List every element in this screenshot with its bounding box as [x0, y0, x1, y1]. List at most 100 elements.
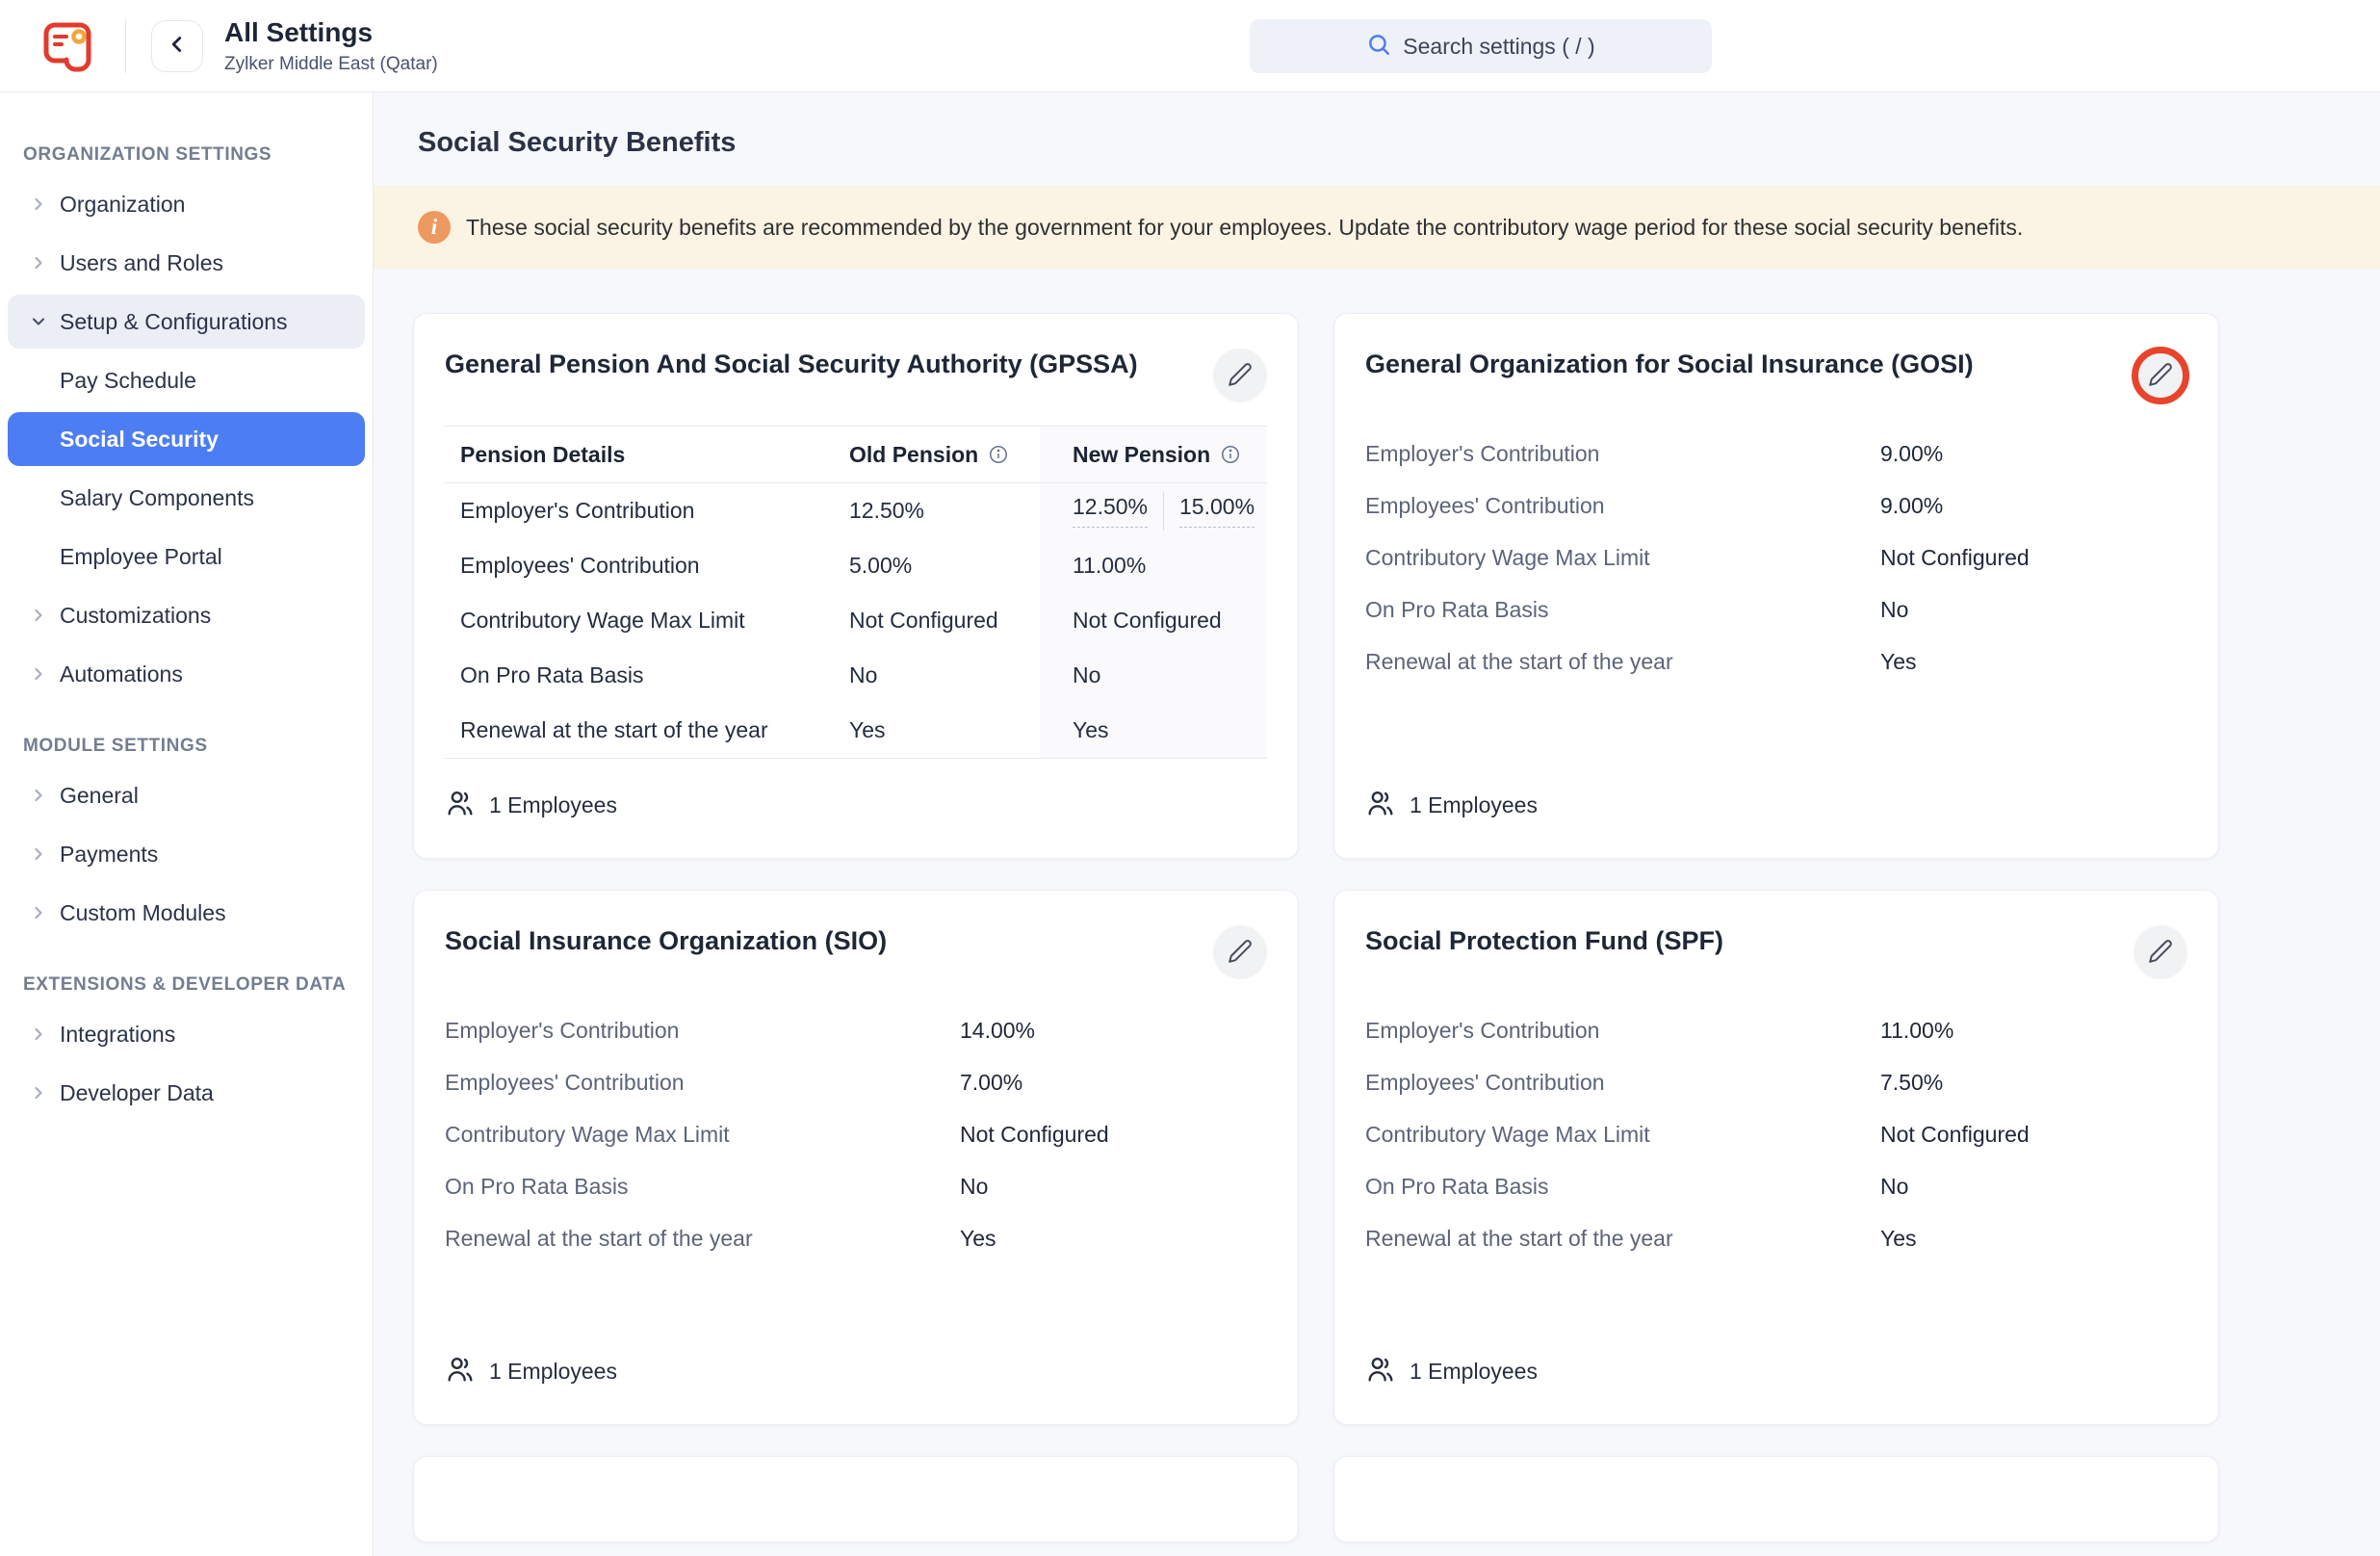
info-banner-text: These social security benefits are recom… [466, 215, 2023, 241]
search-placeholder: Search settings ( / ) [1403, 34, 1594, 60]
header-title-block: All Settings Zylker Middle East (Qatar) [224, 16, 438, 75]
list-item: Contributory Wage Max Limit Not Configur… [445, 1108, 1267, 1160]
sidebar-item-employee-portal[interactable]: Employee Portal [8, 530, 365, 584]
card-title-gosi: General Organization for Social Insuranc… [1365, 343, 1974, 385]
pencil-icon [2148, 362, 2173, 390]
search-settings-input[interactable]: Search settings ( / ) [1250, 19, 1712, 73]
sidebar-item-payments[interactable]: Payments [8, 827, 365, 881]
edit-gosi-button[interactable] [2134, 349, 2187, 402]
table-row: On Pro Rata Basis No No [445, 648, 1267, 703]
sidebar-item-custom-modules[interactable]: Custom Modules [8, 886, 365, 940]
list-item: Employees' Contribution 7.50% [1365, 1056, 2187, 1108]
chevron-right-icon [29, 1024, 60, 1044]
pension-table-header: Pension Details Old Pension New Pension [445, 426, 1267, 483]
pension-table: Pension Details Old Pension New Pension … [445, 426, 1267, 759]
chevron-right-icon [29, 194, 60, 214]
sidebar-item-automations[interactable]: Automations [8, 647, 365, 701]
sidebar-section-organization-settings: ORGANIZATION SETTINGS [23, 144, 349, 166]
sidebar: ORGANIZATION SETTINGS Organization Users… [0, 92, 374, 1556]
sidebar-item-pay-schedule[interactable]: Pay Schedule [8, 353, 365, 407]
top-header: All Settings Zylker Middle East (Qatar) … [0, 0, 2380, 92]
sidebar-item-customizations[interactable]: Customizations [8, 588, 365, 642]
new-pension-new-rate[interactable]: 15.00% [1179, 494, 1255, 528]
card-spf: Social Protection Fund (SPF) Employer's … [1333, 890, 2219, 1425]
users-icon [445, 1354, 476, 1389]
header-divider [125, 19, 126, 73]
edit-gpssa-button[interactable] [1213, 349, 1267, 402]
chevron-left-icon [165, 32, 190, 60]
card-sio: Social Insurance Organization (SIO) Empl… [413, 890, 1299, 1425]
pencil-icon [1228, 939, 1253, 967]
sidebar-item-integrations[interactable]: Integrations [8, 1007, 365, 1061]
sidebar-item-setup-configurations[interactable]: Setup & Configurations [8, 295, 365, 349]
page-title: Social Security Benefits [418, 127, 2380, 159]
list-item: Renewal at the start of the year Yes [1365, 1212, 2187, 1264]
sidebar-section-module-settings: MODULE SETTINGS [23, 736, 349, 757]
info-icon: i [418, 211, 451, 244]
list-item: Employer's Contribution 14.00% [445, 1004, 1267, 1056]
table-row: Contributory Wage Max Limit Not Configur… [445, 593, 1267, 648]
value-divider [1163, 492, 1164, 531]
search-icon [1366, 32, 1391, 62]
employees-count: 1 Employees [1365, 759, 2187, 823]
page-header-title: All Settings [224, 16, 438, 49]
chevron-right-icon [29, 786, 60, 805]
column-header-old-pension: Old Pension [849, 442, 978, 468]
users-icon [1365, 788, 1396, 823]
sidebar-item-general[interactable]: General [8, 768, 365, 822]
benefit-details: Employer's Contribution 14.00% Employees… [445, 1004, 1267, 1264]
list-item: Employees' Contribution 7.00% [445, 1056, 1267, 1108]
list-item: On Pro Rata Basis No [1365, 1160, 2187, 1212]
list-item: On Pro Rata Basis No [445, 1160, 1267, 1212]
card-partial-right [1333, 1456, 2219, 1543]
pencil-icon [1228, 362, 1253, 390]
table-row: Employer's Contribution 12.50% 12.50% 15… [445, 483, 1267, 538]
card-title-spf: Social Protection Fund (SPF) [1365, 920, 1723, 962]
table-row: Renewal at the start of the year Yes Yes [445, 703, 1267, 758]
table-row: Employees' Contribution 5.00% 11.00% [445, 538, 1267, 593]
organization-name: Zylker Middle East (Qatar) [224, 54, 438, 75]
employees-count: 1 Employees [445, 1325, 1267, 1389]
column-header-new-pension: New Pension [1073, 442, 1210, 468]
employees-count: 1 Employees [1365, 1325, 2187, 1389]
card-title-sio: Social Insurance Organization (SIO) [445, 920, 887, 962]
pencil-icon [2148, 939, 2173, 967]
chevron-right-icon [29, 606, 60, 625]
column-header-pension-details: Pension Details [445, 442, 849, 468]
chevron-right-icon [29, 903, 60, 922]
new-pension-old-rate[interactable]: 12.50% [1073, 494, 1148, 528]
main-content: Social Security Benefits i These social … [374, 92, 2380, 1556]
benefit-cards-grid: General Pension And Social Security Auth… [413, 313, 2219, 1543]
new-pension-info-icon[interactable] [1220, 444, 1241, 465]
users-icon [1365, 1354, 1396, 1389]
sidebar-item-social-security[interactable]: Social Security [8, 412, 365, 466]
list-item: Contributory Wage Max Limit Not Configur… [1365, 532, 2187, 584]
chevron-right-icon [29, 253, 60, 272]
card-title-gpssa: General Pension And Social Security Auth… [445, 343, 1138, 385]
list-item: On Pro Rata Basis No [1365, 584, 2187, 635]
card-gosi: General Organization for Social Insuranc… [1333, 313, 2219, 859]
chevron-right-icon [29, 664, 60, 684]
card-partial-left [413, 1456, 1299, 1543]
old-pension-info-icon[interactable] [988, 444, 1009, 465]
app-logo-icon [40, 16, 100, 76]
benefit-details: Employer's Contribution 9.00% Employees'… [1365, 428, 2187, 687]
sidebar-item-users-and-roles[interactable]: Users and Roles [8, 236, 365, 290]
sidebar-item-developer-data[interactable]: Developer Data [8, 1066, 365, 1120]
list-item: Renewal at the start of the year Yes [1365, 635, 2187, 687]
chevron-right-icon [29, 844, 60, 864]
chevron-down-icon [29, 312, 60, 331]
back-button[interactable] [151, 20, 203, 72]
list-item: Employer's Contribution 9.00% [1365, 428, 2187, 480]
sidebar-item-salary-components[interactable]: Salary Components [8, 471, 365, 525]
list-item: Employees' Contribution 9.00% [1365, 480, 2187, 532]
sidebar-section-extensions-developer-data: EXTENSIONS & DEVELOPER DATA [23, 974, 349, 996]
edit-spf-button[interactable] [2134, 925, 2187, 979]
benefit-details: Employer's Contribution 11.00% Employees… [1365, 1004, 2187, 1264]
sidebar-item-organization[interactable]: Organization [8, 177, 365, 231]
info-banner: i These social security benefits are rec… [374, 186, 2380, 269]
highlight-ring [2134, 349, 2187, 402]
users-icon [445, 788, 476, 823]
edit-sio-button[interactable] [1213, 925, 1267, 979]
card-gpssa: General Pension And Social Security Auth… [413, 313, 1299, 859]
